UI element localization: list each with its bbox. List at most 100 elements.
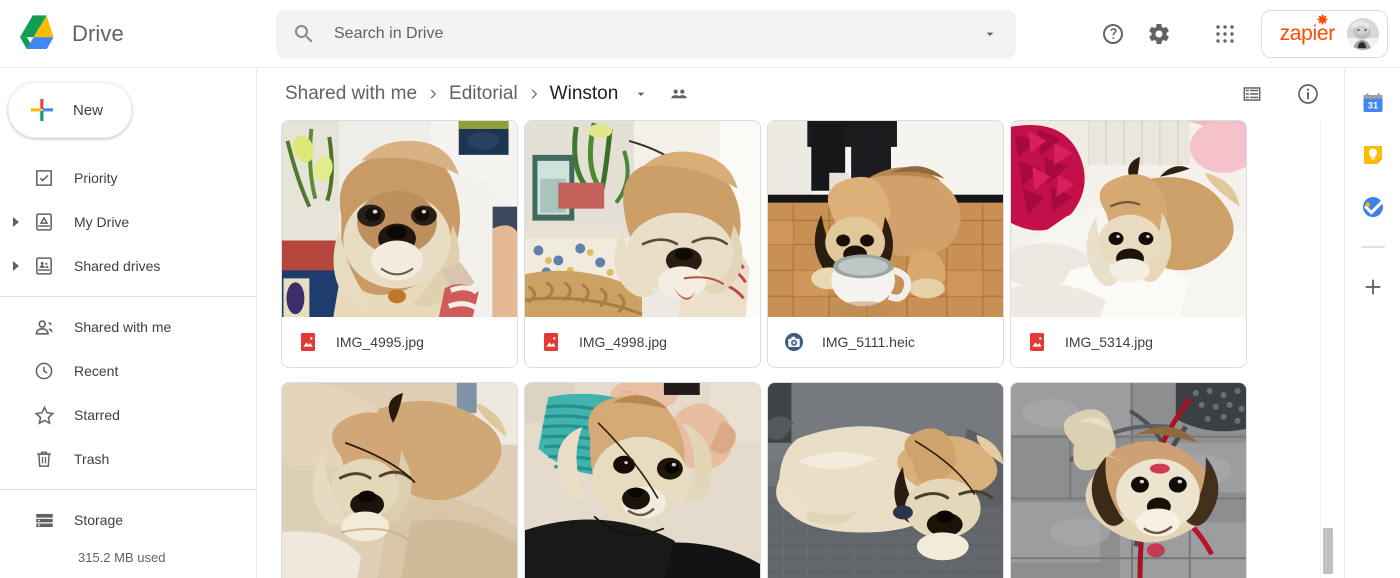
chevron-down-icon — [986, 32, 994, 36]
plus-icon — [31, 99, 53, 121]
new-button-label: New — [73, 101, 104, 119]
user-avatar — [1347, 17, 1379, 50]
triangle-right-icon — [13, 217, 19, 227]
folder-options-button[interactable] — [628, 81, 654, 107]
file-card-footer: IMG_5314.jpg — [1011, 317, 1246, 367]
info-circle-icon — [1298, 84, 1318, 104]
calendar-day-number: 31 — [1367, 100, 1377, 111]
file-card[interactable] — [767, 382, 1004, 578]
content-vertical-scrollbar[interactable] — [1320, 120, 1334, 578]
google-tasks-icon — [1362, 197, 1383, 217]
sidebar-item-label: My Drive — [74, 214, 130, 230]
new-button[interactable]: New — [8, 82, 132, 138]
file-card[interactable]: IMG_5111.heic — [767, 120, 1004, 368]
zapier-logo: zapier — [1279, 14, 1336, 45]
breadcrumb-item-shared-with-me[interactable]: Shared with me — [281, 81, 421, 107]
list-view-toggle[interactable] — [1230, 72, 1274, 116]
file-card[interactable] — [524, 382, 761, 578]
file-grid-scroll[interactable]: IMG_4995.jpg IMG_4998.jpg IMG_5111.heic … — [257, 120, 1344, 578]
file-card[interactable]: IMG_4995.jpg — [281, 120, 518, 368]
sidebar-item-label: Starred — [74, 407, 120, 423]
search-options-button[interactable] — [978, 22, 1002, 46]
sidebar-item-starred[interactable]: Starred — [0, 393, 256, 437]
scrollbar-thumb[interactable] — [1323, 528, 1333, 574]
brand-title: Drive — [72, 20, 124, 46]
content-area: Shared with me Editorial Winston IMG_499… — [256, 68, 1344, 578]
help-button[interactable] — [1091, 12, 1135, 56]
scrollbar-track[interactable] — [1321, 120, 1334, 578]
sidebar-item-label: Storage — [74, 512, 124, 528]
sidebar-item-label: Trash — [74, 451, 110, 467]
google-apps-button[interactable] — [1203, 12, 1247, 56]
avatar[interactable] — [1347, 17, 1379, 50]
file-card[interactable]: IMG_4998.jpg — [524, 120, 761, 368]
search-input[interactable] — [316, 24, 978, 43]
account-chip[interactable]: zapier — [1260, 9, 1388, 58]
drive-brand[interactable]: Drive — [0, 14, 276, 54]
file-card[interactable] — [1010, 382, 1247, 578]
search-box[interactable] — [276, 9, 1016, 58]
drive-window: Drive Search in Drive zapier New Priorit… — [0, 0, 1400, 578]
sidebar-item-priority[interactable]: Priority — [0, 156, 256, 200]
google-keep-button[interactable] — [1360, 142, 1386, 168]
google-keep-icon — [1363, 146, 1382, 164]
dog-with-person-teal-sweater-image — [525, 383, 760, 578]
triangle-right-icon — [13, 261, 19, 271]
sidebar-item-shared-drives[interactable]: Shared drives — [0, 244, 256, 288]
google-calendar-button[interactable]: 31 — [1360, 90, 1386, 116]
image-file-icon — [301, 333, 315, 352]
file-thumbnail — [525, 121, 760, 318]
dog-sleeping-on-basket-image — [525, 121, 760, 318]
top-app-bar: Drive Search in Drive zapier — [0, 0, 1400, 68]
google-tasks-button[interactable] — [1360, 194, 1386, 220]
shared-status-icon-button[interactable] — [664, 79, 694, 109]
view-tools — [1230, 72, 1330, 116]
file-thumbnail — [282, 121, 517, 318]
clock-icon — [32, 359, 56, 383]
file-thumbnail — [282, 383, 517, 578]
add-addon-button[interactable] — [1360, 274, 1386, 300]
file-thumbnail — [1011, 383, 1246, 578]
dog-on-patio-with-red-leash-image — [1011, 383, 1246, 578]
file-card[interactable]: IMG_5314.jpg — [1010, 120, 1247, 368]
details-toggle[interactable] — [1286, 72, 1330, 116]
rail-divider — [1360, 246, 1385, 248]
trash-icon — [32, 447, 56, 471]
settings-button[interactable] — [1137, 12, 1181, 56]
zapier-wordmark: zapier — [1279, 22, 1336, 45]
sidebar: New Priority My Drive Shared drives Shar… — [0, 68, 256, 578]
sidebar-nav: Priority My Drive Shared drives Shared w… — [0, 156, 256, 565]
sidebar-item-label: Shared drives — [74, 258, 161, 274]
sidebar-item-trash[interactable]: Trash — [0, 437, 256, 481]
breadcrumb-item-editorial[interactable]: Editorial — [445, 81, 522, 107]
file-thumbnail — [768, 383, 1003, 578]
my-drive-icon — [32, 210, 56, 234]
file-card-footer: IMG_4995.jpg — [282, 317, 517, 367]
top-bar-actions: zapier — [1091, 9, 1400, 58]
expand-arrow-my-drive[interactable] — [4, 217, 28, 227]
image-file-icon — [544, 333, 558, 352]
file-card-footer: IMG_5111.heic — [768, 317, 1003, 367]
google-drive-logo — [20, 14, 54, 49]
apps-grid-icon — [1215, 24, 1234, 43]
file-card-footer: IMG_4998.jpg — [525, 317, 760, 367]
asterisk-icon — [1317, 14, 1328, 25]
sidebar-item-shared-with-me[interactable]: Shared with me — [0, 305, 256, 349]
list-view-icon — [1243, 87, 1261, 101]
plus-icon — [1365, 279, 1380, 295]
sidebar-item-label: Priority — [74, 170, 118, 186]
shared-drives-icon — [32, 254, 56, 278]
file-card[interactable] — [281, 382, 518, 578]
priority-check-icon — [32, 166, 56, 190]
sidebar-item-storage[interactable]: Storage — [0, 498, 256, 542]
expand-arrow-shared-drives[interactable] — [4, 261, 28, 271]
sidebar-item-my-drive[interactable]: My Drive — [0, 200, 256, 244]
file-thumbnail — [768, 121, 1003, 318]
file-name: IMG_4998.jpg — [579, 334, 667, 351]
sidebar-item-recent[interactable]: Recent — [0, 349, 256, 393]
image-file-icon — [1030, 333, 1044, 352]
file-name: IMG_5314.jpg — [1065, 334, 1153, 351]
search-icon — [295, 24, 313, 42]
dog-stretched-on-grey-couch-image — [768, 383, 1003, 578]
breadcrumb-item-winston[interactable]: Winston — [546, 81, 623, 107]
